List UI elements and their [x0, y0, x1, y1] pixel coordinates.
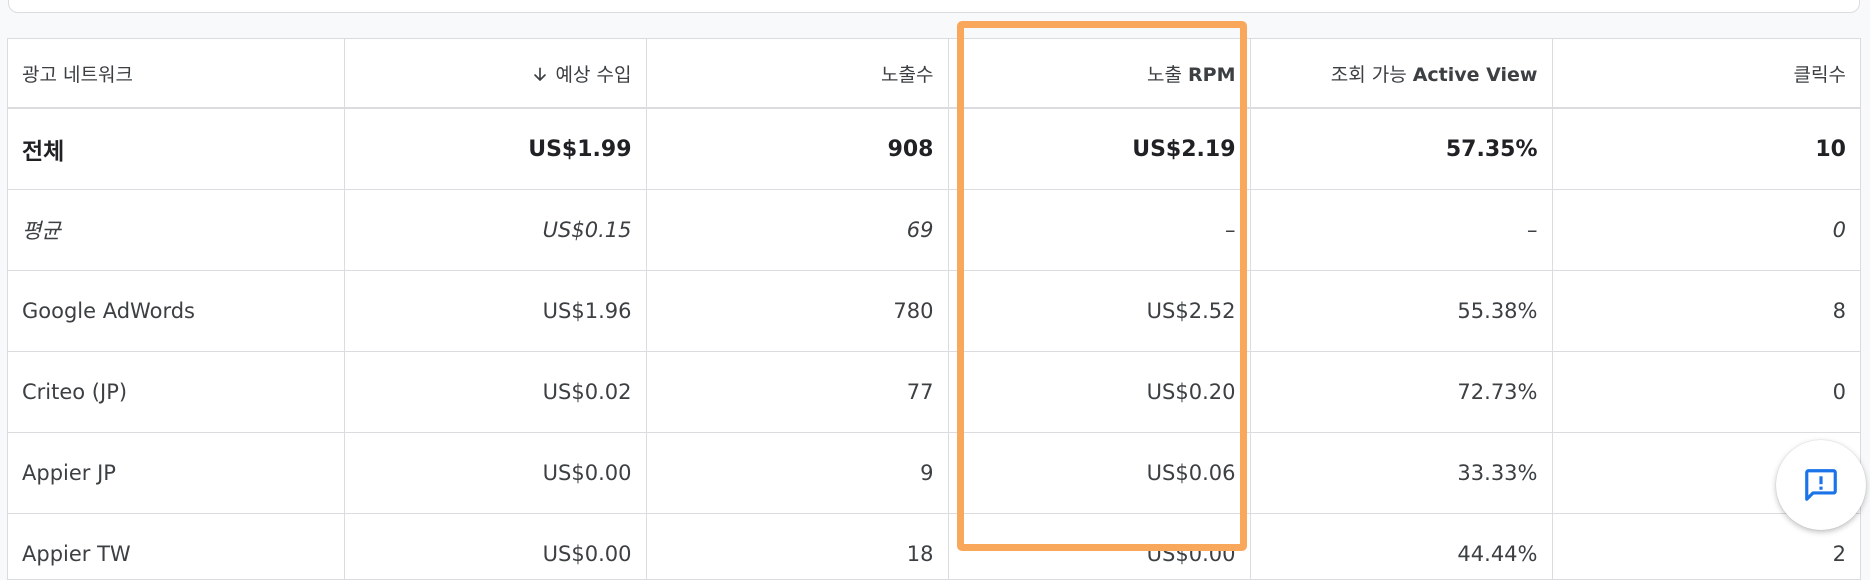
table-cell: 33.33% [1250, 433, 1552, 514]
table-row-total: 전체 US$1.99 908 US$2.19 57.35% 10 [8, 108, 1860, 190]
top-card [8, 0, 1860, 13]
table-cell: 908 [646, 108, 948, 190]
header-label-en: Active View [1413, 64, 1538, 86]
table-cell: 77 [646, 352, 948, 433]
table-cell: 69 [646, 190, 948, 271]
header-label: 조회 가능 [1331, 64, 1413, 86]
header-estimated-earnings[interactable]: 예상 수입 [344, 39, 646, 108]
header-label: 노출 [1147, 64, 1188, 86]
table-cell: 9 [646, 433, 948, 514]
header-ad-network[interactable]: 광고 네트워크 [8, 39, 344, 108]
report-table-container: 광고 네트워크 예상 수입 노출수 노출 RPM 조회 가능 Active Vi… [7, 38, 1861, 580]
feedback-button[interactable] [1776, 440, 1866, 530]
header-impressions[interactable]: 노출수 [646, 39, 948, 108]
table-cell: US$1.99 [344, 108, 646, 190]
header-active-view[interactable]: 조회 가능 Active View [1250, 39, 1552, 108]
arrow-down-icon [530, 65, 550, 85]
table-cell: US$2.52 [948, 271, 1250, 352]
table-row[interactable]: Appier JP US$0.00 9 US$0.06 33.33% [8, 433, 1860, 514]
table-cell: – [948, 190, 1250, 271]
header-impression-rpm[interactable]: 노출 RPM [948, 39, 1250, 108]
table-cell: US$0.02 [344, 352, 646, 433]
table-cell: 780 [646, 271, 948, 352]
table-row[interactable]: Criteo (JP) US$0.02 77 US$0.20 72.73% 0 [8, 352, 1860, 433]
header-clicks[interactable]: 클릭수 [1552, 39, 1860, 108]
table-cell: 전체 [8, 108, 344, 190]
table-cell: US$0.15 [344, 190, 646, 271]
table-cell: US$1.96 [344, 271, 646, 352]
table-row[interactable]: Google AdWords US$1.96 780 US$2.52 55.38… [8, 271, 1860, 352]
table-cell: Appier JP [8, 433, 344, 514]
table-cell: 10 [1552, 108, 1860, 190]
table-row-average: 평균 US$0.15 69 – – 0 [8, 190, 1860, 271]
table-cell: 55.38% [1250, 271, 1552, 352]
table-cell: – [1250, 190, 1552, 271]
header-label: 노출수 [881, 64, 933, 86]
report-table: 광고 네트워크 예상 수입 노출수 노출 RPM 조회 가능 Active Vi… [8, 39, 1860, 580]
header-row: 광고 네트워크 예상 수입 노출수 노출 RPM 조회 가능 Active Vi… [8, 39, 1860, 108]
table-cell: US$2.19 [948, 108, 1250, 190]
table-cell: Google AdWords [8, 271, 344, 352]
header-label-en: RPM [1188, 64, 1235, 86]
header-label: 클릭수 [1794, 64, 1846, 86]
table-cell: US$0.06 [948, 433, 1250, 514]
table-cell: 0 [1552, 190, 1860, 271]
table-cell: 평균 [8, 190, 344, 271]
table-cell: US$0.00 [344, 433, 646, 514]
table-cell: 72.73% [1250, 352, 1552, 433]
feedback-icon [1802, 466, 1840, 504]
header-label: 예상 수입 [556, 64, 632, 86]
table-cell: Criteo (JP) [8, 352, 344, 433]
table-cell: 57.35% [1250, 108, 1552, 190]
table-cell: US$0.20 [948, 352, 1250, 433]
table-cell: 8 [1552, 271, 1860, 352]
header-label: 광고 네트워크 [22, 64, 133, 86]
table-cell: 0 [1552, 352, 1860, 433]
